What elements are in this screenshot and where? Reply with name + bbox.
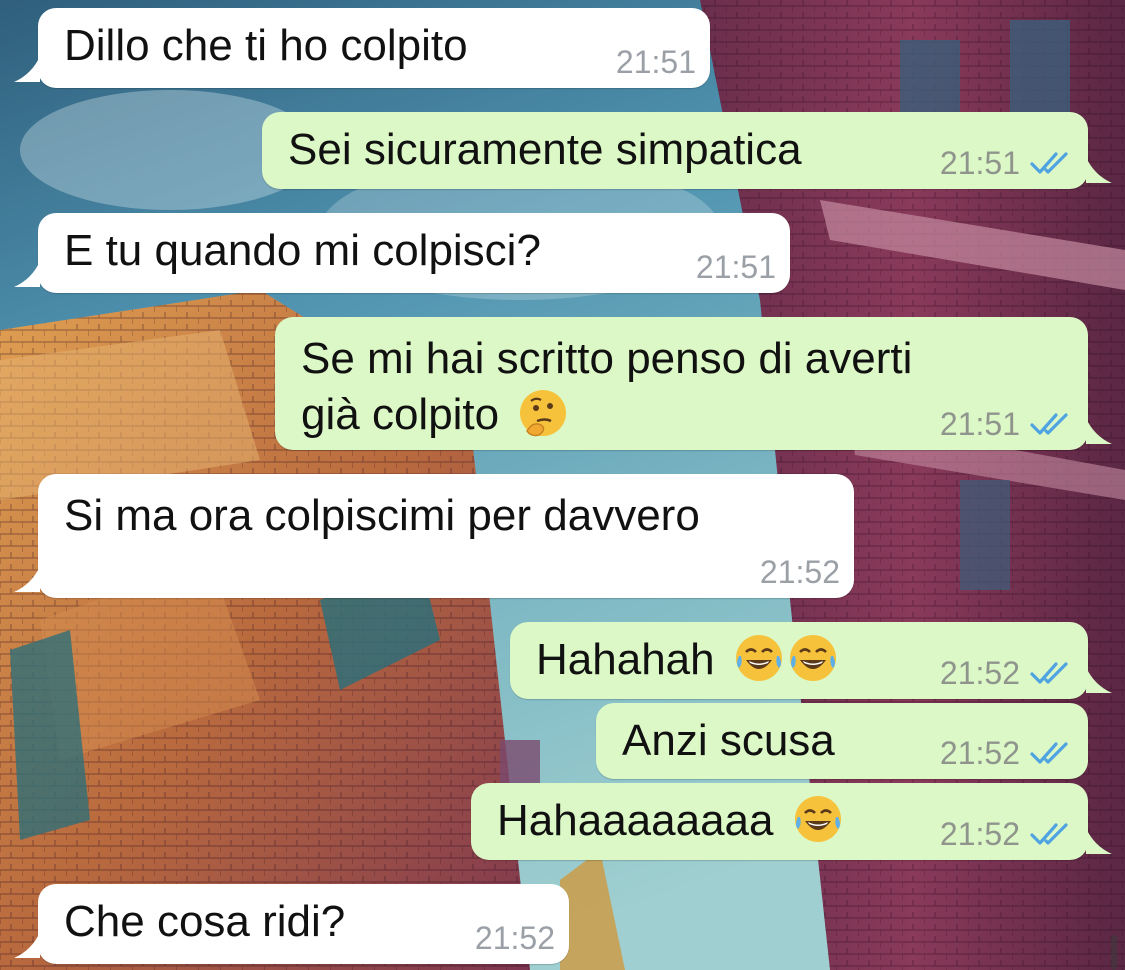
outgoing-message[interactable]: Hahahah 21:52 <box>510 622 1112 699</box>
bubble-tail <box>1086 667 1112 693</box>
message-text-body: Hahaaaaaaaa <box>497 796 774 845</box>
tears-of-joy-emoji-icon <box>735 635 782 681</box>
incoming-message[interactable]: Dillo che ti ho colpito 21:51 <box>14 8 710 88</box>
bubble-tail <box>14 932 40 958</box>
bubble-tail <box>1086 418 1112 444</box>
message-time: 21:52 <box>474 920 555 956</box>
outgoing-message[interactable]: Hahaaaaaaaa 21:52 <box>471 783 1112 860</box>
message-text-body: Hahahah <box>536 635 715 684</box>
read-ticks-icon <box>1030 413 1068 435</box>
outgoing-message[interactable]: Sei sicuramente simpatica 21:51 <box>262 112 1112 189</box>
read-ticks-icon <box>1030 742 1068 764</box>
message-text: Che cosa ridi? <box>64 897 346 946</box>
read-ticks-icon <box>1030 662 1068 684</box>
message-meta: 21:52 <box>760 552 840 592</box>
message-time: 21:52 <box>939 816 1020 852</box>
incoming-message[interactable]: E tu quando mi colpisci? 21:51 <box>14 213 790 293</box>
message-text-line: già colpito <box>301 390 500 439</box>
bubble-tail <box>1086 828 1112 854</box>
message-text-line: Se mi hai scritto penso di averti <box>301 334 913 383</box>
message-text: Anzi scusa <box>622 716 835 765</box>
read-ticks-icon <box>1030 152 1068 174</box>
message-meta: 21:52 <box>940 814 1074 854</box>
message-meta: 21:52 <box>475 918 555 958</box>
tears-of-joy-emoji-icon <box>794 796 841 842</box>
message-meta: 21:51 <box>616 42 696 82</box>
message-text: Sei sicuramente simpatica <box>288 125 802 174</box>
message-meta: 21:51 <box>696 247 776 287</box>
bubble-tail <box>14 56 40 82</box>
outgoing-message[interactable]: Anzi scusa 21:52 <box>596 703 1088 779</box>
message-time: 21:51 <box>695 249 776 285</box>
message-time: 21:52 <box>939 655 1020 691</box>
message-time: 21:51 <box>939 406 1020 442</box>
message-meta: 21:51 <box>940 143 1074 183</box>
message-text: Hahahah <box>536 632 839 688</box>
incoming-message[interactable]: Che cosa ridi? 21:52 <box>14 884 569 964</box>
message-time: 21:52 <box>939 735 1020 771</box>
message-time: 21:52 <box>759 554 840 590</box>
thinking-face-emoji-icon <box>520 390 567 437</box>
message-text: Se mi hai scritto penso di averti già co… <box>301 331 912 443</box>
outgoing-message[interactable]: Se mi hai scritto penso di averti già co… <box>275 317 1112 450</box>
message-meta: 21:51 <box>940 404 1074 444</box>
tears-of-joy-emoji-icon <box>789 635 836 681</box>
scrollbar[interactable] <box>1111 935 1117 970</box>
bubble-tail <box>1086 157 1112 183</box>
message-text: Hahaaaaaaaa <box>497 793 844 849</box>
message-meta: 21:52 <box>940 733 1074 773</box>
bubble-tail <box>14 566 40 592</box>
message-meta: 21:52 <box>940 653 1074 693</box>
message-time: 21:51 <box>615 44 696 80</box>
message-text: E tu quando mi colpisci? <box>64 226 541 275</box>
read-ticks-icon <box>1030 823 1068 845</box>
message-text: Dillo che ti ho colpito <box>64 21 468 70</box>
bubble-tail <box>14 261 40 287</box>
incoming-message[interactable]: Si ma ora colpiscimi per davvero 21:52 <box>14 474 854 598</box>
message-time: 21:51 <box>939 145 1020 181</box>
message-text: Si ma ora colpiscimi per davvero <box>64 491 700 540</box>
